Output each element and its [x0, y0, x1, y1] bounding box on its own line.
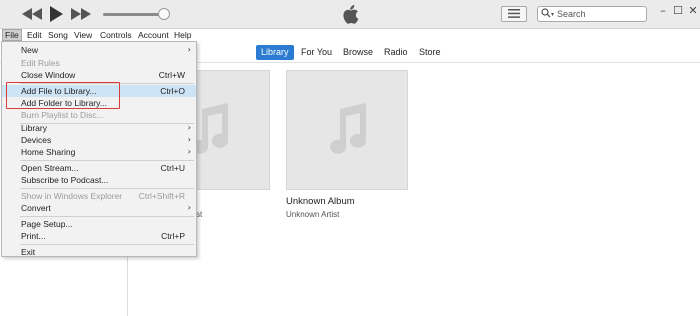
- menu-item-print[interactable]: Print... Ctrl+P: [2, 230, 196, 242]
- menu-separator: [20, 244, 194, 245]
- search-box[interactable]: ▾: [537, 6, 647, 22]
- menu-file[interactable]: File: [2, 29, 22, 41]
- file-menu-dropdown: New › Edit Rules Close Window Ctrl+W Add F…: [1, 41, 197, 257]
- search-input[interactable]: [557, 8, 638, 20]
- submenu-arrow-icon: ›: [187, 135, 191, 144]
- menu-bar: File Edit Song View Controls Account Hel…: [0, 29, 700, 41]
- album-artwork[interactable]: [286, 70, 408, 190]
- menu-song[interactable]: Song: [46, 29, 70, 41]
- menu-item-exit[interactable]: Exit: [2, 246, 196, 258]
- menu-item-open-stream[interactable]: Open Stream... Ctrl+U: [2, 162, 196, 174]
- menu-item-close-window[interactable]: Close Window Ctrl+W: [2, 69, 196, 81]
- menu-edit[interactable]: Edit: [25, 29, 44, 41]
- volume-slider-knob[interactable]: [158, 8, 170, 20]
- menu-account[interactable]: Account: [136, 29, 171, 41]
- menu-item-devices[interactable]: Devices ›: [2, 134, 196, 146]
- submenu-arrow-icon: ›: [187, 203, 191, 212]
- menu-view[interactable]: View: [72, 29, 94, 41]
- menu-item-home-sharing[interactable]: Home Sharing ›: [2, 146, 196, 158]
- music-note-icon: [326, 103, 368, 157]
- list-icon: [508, 8, 520, 20]
- apple-logo-icon: [341, 5, 359, 24]
- volume-slider-track[interactable]: [103, 13, 165, 16]
- menu-separator: [20, 160, 194, 161]
- fast-forward-icon[interactable]: [71, 6, 91, 22]
- menu-item-page-setup[interactable]: Page Setup...: [2, 218, 196, 230]
- annotation-highlight-box: [6, 82, 120, 109]
- rewind-icon[interactable]: [22, 6, 42, 22]
- menu-help[interactable]: Help: [172, 29, 193, 41]
- search-dropdown-icon: ▾: [551, 11, 555, 18]
- album-title-label[interactable]: Unknown Album: [286, 196, 355, 207]
- maximize-icon[interactable]: ☐: [671, 3, 685, 17]
- menu-separator: [20, 216, 194, 217]
- player-toolbar: ▾ – ☐ ✕: [0, 0, 700, 29]
- menu-item-edit-rules: Edit Rules: [21, 58, 60, 68]
- menu-item-new[interactable]: New ›: [2, 44, 196, 56]
- search-icon: [541, 8, 551, 20]
- menu-item-burn-playlist: Burn Playlist to Disc...: [21, 110, 104, 120]
- submenu-arrow-icon: ›: [187, 147, 191, 156]
- tab-radio[interactable]: Radio: [384, 45, 408, 60]
- tab-browse[interactable]: Browse: [343, 45, 373, 60]
- menu-item-convert[interactable]: Convert ›: [2, 202, 196, 214]
- menu-item-library[interactable]: Library ›: [2, 122, 196, 134]
- tab-store[interactable]: Store: [419, 45, 441, 60]
- submenu-arrow-icon: ›: [187, 45, 191, 54]
- menu-controls[interactable]: Controls: [98, 29, 134, 41]
- album-artist-label[interactable]: Unknown Artist: [286, 210, 339, 219]
- tab-library[interactable]: Library: [256, 45, 294, 60]
- close-icon[interactable]: ✕: [686, 3, 700, 17]
- list-view-button[interactable]: [501, 6, 527, 22]
- play-icon[interactable]: [48, 6, 64, 22]
- menu-separator: [20, 188, 194, 189]
- menu-item-subscribe-podcast[interactable]: Subscribe to Podcast...: [2, 174, 196, 186]
- submenu-arrow-icon: ›: [187, 123, 191, 132]
- minimize-icon[interactable]: –: [656, 3, 670, 17]
- tab-for-you[interactable]: For You: [301, 45, 332, 60]
- menu-item-show-in-explorer: Show in Windows Explorer Ctrl+Shift+R: [21, 191, 185, 201]
